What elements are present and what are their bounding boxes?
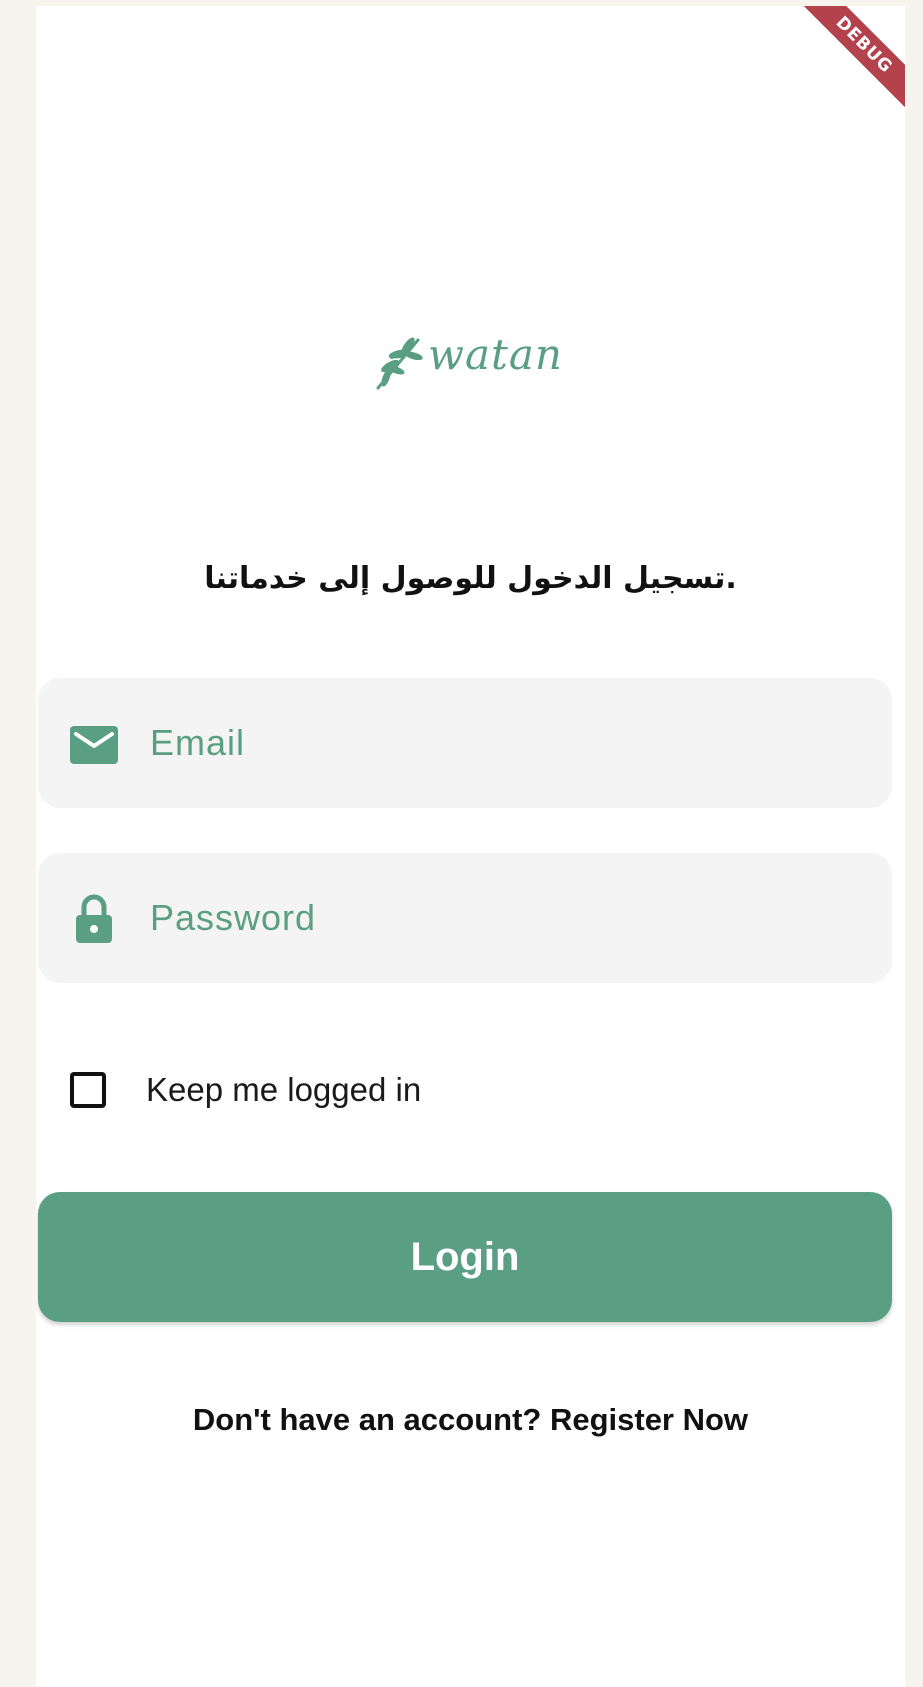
- email-input[interactable]: [150, 678, 870, 808]
- login-screen: DEBUG watan .تسجيل الدخول للوصول إلى خدم…: [36, 6, 905, 1687]
- keep-logged-in-row[interactable]: Keep me logged in: [70, 1068, 421, 1112]
- debug-banner: DEBUG: [793, 6, 905, 116]
- login-button[interactable]: Login: [38, 1192, 892, 1322]
- register-row: Don't have an account? Register Now: [36, 1402, 905, 1438]
- register-prompt: Don't have an account?: [192, 1402, 550, 1437]
- keep-logged-in-label[interactable]: Keep me logged in: [146, 1071, 421, 1109]
- olive-branch-icon: [376, 337, 423, 390]
- register-now-link[interactable]: Register Now: [550, 1402, 748, 1437]
- email-field[interactable]: [38, 678, 892, 808]
- mail-icon: [70, 726, 118, 764]
- app-logo: watan: [370, 326, 563, 406]
- lock-icon: [76, 894, 112, 943]
- password-input[interactable]: [150, 853, 870, 983]
- logo-text: watan: [428, 330, 563, 379]
- keep-logged-in-checkbox[interactable]: [70, 1072, 106, 1108]
- password-field[interactable]: [38, 853, 892, 983]
- page-subtitle: .تسجيل الدخول للوصول إلى خدماتنا: [204, 561, 737, 596]
